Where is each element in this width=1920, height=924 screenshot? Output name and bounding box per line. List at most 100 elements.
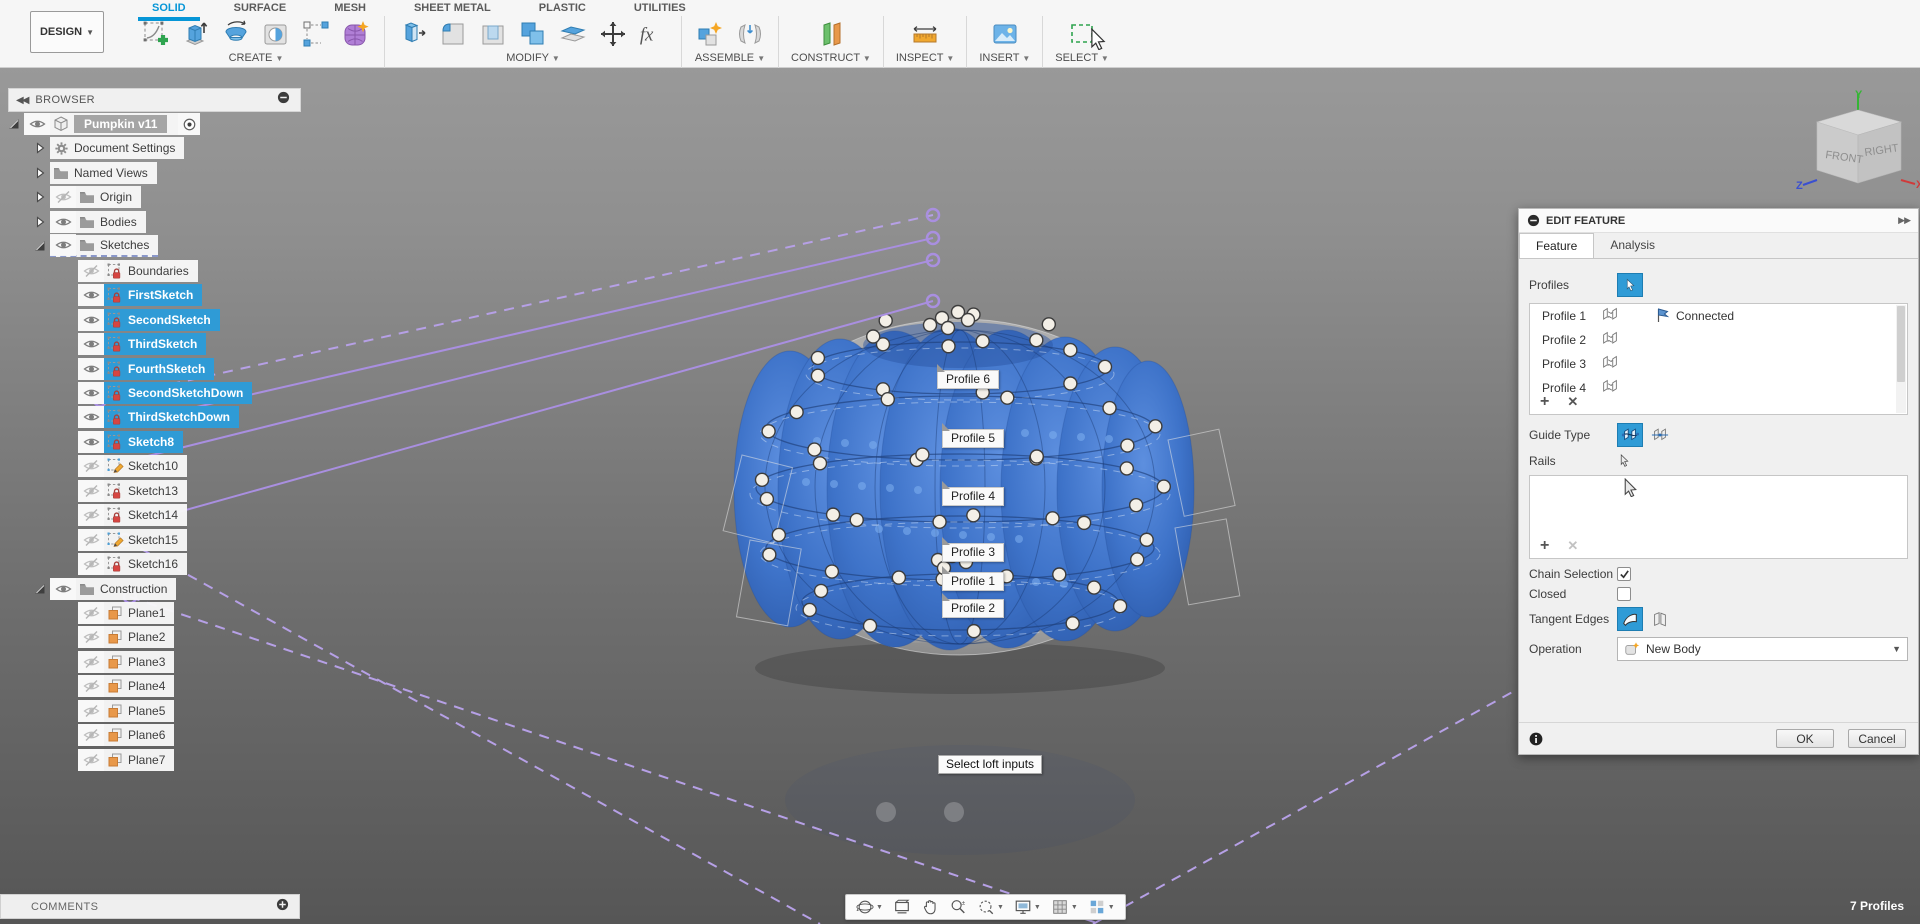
tree-item-thirdsketchdown[interactable]: ThirdSketchDown [62,406,240,429]
tree-item-thirdsketch[interactable]: ThirdSketch [62,333,207,356]
tree-item-plane3[interactable]: Plane3 [62,650,175,673]
shell-icon[interactable] [477,18,509,50]
tree-item-bodies[interactable]: Bodies [34,210,146,233]
visibility-toggle[interactable] [78,724,104,747]
orbit-icon[interactable]: ▼ [852,896,887,918]
tree-item-document-settings[interactable]: Document Settings [34,137,185,160]
visibility-toggle[interactable] [78,528,104,551]
tree-item-sketch14[interactable]: Sketch14 [62,504,188,527]
dialog-tab-analysis[interactable]: Analysis [1594,233,1671,258]
extrude-icon[interactable] [180,18,212,50]
tree-item-sketch8[interactable]: Sketch8 [62,430,184,453]
zoom-icon[interactable]: ± [945,896,971,918]
fillet-icon[interactable] [437,18,469,50]
ribbon-tab-plastic[interactable]: PLASTIC [515,0,610,16]
add-profile-button[interactable]: + [1540,394,1549,410]
ribbon-group-label[interactable]: INSERT ▼ [979,52,1030,64]
expand-icon[interactable] [34,190,48,204]
visibility-toggle[interactable] [78,430,104,453]
combine-icon[interactable] [517,18,549,50]
visibility-toggle[interactable] [78,381,104,404]
ribbon-group-label[interactable]: MODIFY ▼ [506,52,560,64]
remove-rail-button[interactable]: ✕ [1567,538,1578,554]
profile-list-row[interactable]: Profile 3 [1530,352,1907,376]
split-icon[interactable] [557,18,589,50]
new-component-icon[interactable] [694,18,726,50]
collapse-browser-icon[interactable]: ◀◀ [16,95,29,106]
ribbon-group-label[interactable]: ASSEMBLE ▼ [695,52,765,64]
guide-type-centerline-button[interactable] [1647,423,1673,447]
ribbon-tab-surface[interactable]: SURFACE [210,0,311,16]
add-comment-icon[interactable] [276,898,289,916]
visibility-toggle[interactable] [78,406,104,429]
tree-item-origin[interactable]: Origin [34,186,142,209]
pan-icon[interactable] [917,896,943,918]
profile-list-row[interactable]: Profile 4 [1530,376,1907,400]
view-cube[interactable]: Y Z X FRONT RIGHT [1795,88,1920,203]
operation-dropdown[interactable]: New Body ▼ [1617,637,1908,661]
visibility-toggle[interactable] [78,675,104,698]
display-settings-icon[interactable]: ▼ [1010,896,1045,918]
tree-item-plane6[interactable]: Plane6 [62,724,175,747]
visibility-toggle[interactable] [78,284,104,307]
visibility-toggle[interactable] [78,455,104,478]
visibility-toggle[interactable] [78,479,104,502]
visibility-toggle[interactable] [78,699,104,722]
visibility-toggle[interactable] [50,577,76,600]
visibility-toggle[interactable] [78,602,104,624]
visibility-toggle[interactable] [78,748,104,771]
look-at-icon[interactable] [889,896,915,918]
tree-item-plane4[interactable]: Plane4 [62,675,175,698]
remove-profile-button[interactable]: ✕ [1567,394,1578,410]
create-sketch-icon[interactable] [140,18,172,50]
comments-panel[interactable]: COMMENTS [0,894,300,919]
tree-item-named-views[interactable]: Named Views [34,161,157,184]
expand-dialog-icon[interactable]: ▶▶ [1898,215,1911,226]
guide-type-rails-button[interactable] [1617,423,1643,447]
ribbon-tab-mesh[interactable]: MESH [310,0,390,16]
pattern-icon[interactable] [300,18,332,50]
browser-header[interactable]: ◀◀ BROWSER [8,88,301,112]
tangent-edges-merged-button[interactable] [1617,607,1643,631]
visibility-toggle[interactable] [78,357,104,380]
grid-settings-icon[interactable]: ▼ [1047,896,1082,918]
expand-icon[interactable] [34,166,48,180]
tree-item-plane1[interactable]: Plane1 [62,602,175,624]
visibility-toggle[interactable] [78,504,104,527]
profile-label-flag[interactable]: Profile 3 [942,537,1005,562]
expand-icon[interactable] [34,215,48,229]
visibility-toggle[interactable] [50,210,76,233]
tree-item-fourthsketch[interactable]: FourthSketch [62,357,215,380]
construction-plane-icon[interactable] [815,18,847,50]
revolve-icon[interactable] [220,18,252,50]
visibility-toggle[interactable] [24,113,50,135]
cancel-button[interactable]: Cancel [1848,729,1906,748]
form-icon[interactable] [340,18,372,50]
visibility-toggle[interactable] [78,259,104,282]
ribbon-tab-utilities[interactable]: UTILITIES [610,0,710,16]
profiles-scrollbar[interactable] [1896,305,1906,413]
tree-item-plane5[interactable]: Plane5 [62,699,175,722]
browser-minimize-icon[interactable] [277,91,290,109]
visibility-toggle[interactable] [78,308,104,331]
tree-item-pumpkin-v11[interactable]: Pumpkin v11 [8,113,201,135]
tree-item-secondsketch[interactable]: SecondSketch [62,308,220,331]
activate-component-radio[interactable] [178,113,201,135]
tree-item-sketch16[interactable]: Sketch16 [62,553,188,576]
ok-button[interactable]: OK [1776,729,1834,748]
move-icon[interactable] [597,18,629,50]
visibility-toggle[interactable] [50,186,76,209]
ribbon-tab-sheet-metal[interactable]: SHEET METAL [390,0,515,16]
info-icon[interactable] [1529,732,1543,746]
tangent-edges-kept-button[interactable] [1647,607,1673,631]
tree-item-plane7[interactable]: Plane7 [62,748,175,771]
visibility-toggle[interactable] [78,553,104,576]
visibility-toggle[interactable] [50,234,76,257]
profile-label-flag[interactable]: Profile 2 [942,593,1005,618]
press-pull-icon[interactable] [397,18,429,50]
ribbon-tab-solid[interactable]: SOLID [128,0,210,21]
dialog-header[interactable]: EDIT FEATURE ▶▶ [1519,209,1918,233]
collapse-icon[interactable] [34,582,48,596]
profile-label-flag[interactable]: Profile 4 [942,481,1005,506]
expand-icon[interactable] [34,141,48,155]
